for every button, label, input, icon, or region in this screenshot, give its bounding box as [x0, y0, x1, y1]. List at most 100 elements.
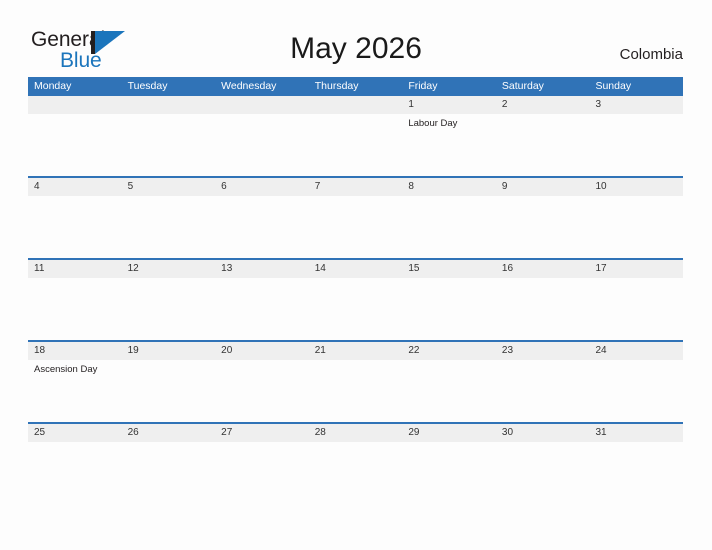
day-cell[interactable]: [309, 360, 403, 422]
day-cell[interactable]: [122, 196, 216, 258]
day-number[interactable]: 31: [589, 424, 683, 442]
day-cell[interactable]: [309, 278, 403, 340]
day-cell[interactable]: [122, 442, 216, 504]
day-cell[interactable]: [402, 196, 496, 258]
day-cell[interactable]: [402, 442, 496, 504]
day-number[interactable]: 26: [122, 424, 216, 442]
calendar-date-band: 123: [28, 96, 683, 114]
page-title: May 2026: [290, 32, 422, 65]
calendar-week-row: 18 19 20 21 22 23 24 Ascension Day: [28, 340, 683, 422]
day-cell[interactable]: [28, 196, 122, 258]
weekday-header-monday: Monday: [34, 80, 72, 92]
page-header: General Blue May 2026 Colombia: [0, 0, 712, 78]
day-number: [215, 96, 309, 114]
day-number[interactable]: 23: [496, 342, 590, 360]
calendar-date-band: 11 12 13 14 15 16 17: [28, 260, 683, 278]
day-cell: [122, 114, 216, 176]
calendar-table: Monday Tuesday Wednesday Thursday Friday…: [28, 77, 683, 504]
day-cell[interactable]: [496, 278, 590, 340]
day-cell[interactable]: [402, 360, 496, 422]
day-cell[interactable]: [309, 196, 403, 258]
day-number[interactable]: 25: [28, 424, 122, 442]
calendar-event-band: Ascension Day: [28, 360, 683, 422]
day-number[interactable]: 5: [122, 178, 216, 196]
day-cell[interactable]: [589, 114, 683, 176]
calendar-event-band: [28, 442, 683, 504]
calendar-week-row: 4 5 6 7 8 9 10: [28, 176, 683, 258]
calendar-week-row: 11 12 13 14 15 16 17: [28, 258, 683, 340]
day-cell[interactable]: [496, 360, 590, 422]
calendar-date-band: 4 5 6 7 8 9 10: [28, 178, 683, 196]
holiday-event-label: Labour Day: [408, 118, 458, 129]
day-number[interactable]: 21: [309, 342, 403, 360]
day-cell: [28, 114, 122, 176]
day-cell[interactable]: [28, 442, 122, 504]
day-cell[interactable]: [496, 442, 590, 504]
day-number[interactable]: 14: [309, 260, 403, 278]
day-number[interactable]: 17: [589, 260, 683, 278]
day-cell[interactable]: [589, 360, 683, 422]
day-number[interactable]: 30: [496, 424, 590, 442]
calendar-weeks: 1 2 3 Labour Day 4 5 6 7 8 9 10 11 12 13 14 15 16 17 18 19 2…: [28, 96, 683, 504]
day-number[interactable]: 9: [496, 178, 590, 196]
day-number[interactable]: 22: [402, 342, 496, 360]
day-cell[interactable]: [215, 278, 309, 340]
day-cell: [309, 114, 403, 176]
day-number[interactable]: 1: [402, 96, 496, 114]
day-cell[interactable]: Ascension Day: [28, 360, 122, 422]
day-number[interactable]: 4: [28, 178, 122, 196]
day-number[interactable]: 8: [402, 178, 496, 196]
day-cell[interactable]: [215, 442, 309, 504]
weekday-header-thursday: Thursday: [314, 80, 359, 92]
day-number[interactable]: 20: [215, 342, 309, 360]
day-number[interactable]: 3: [589, 96, 683, 114]
weekday-header-wednesday: Wednesday: [221, 80, 277, 92]
calendar-date-band: 25 26 27 28 29 30 31: [28, 424, 683, 442]
day-number[interactable]: 12: [122, 260, 216, 278]
weekday-header-saturday: Saturday: [501, 80, 544, 92]
weekday-header-tuesday: Tuesday: [127, 80, 168, 92]
day-cell[interactable]: [589, 442, 683, 504]
day-number[interactable]: 19: [122, 342, 216, 360]
calendar-event-band: [28, 196, 683, 258]
day-cell[interactable]: [122, 360, 216, 422]
day-cell[interactable]: [402, 278, 496, 340]
day-number: [309, 96, 403, 114]
day-number: [122, 96, 216, 114]
day-number: [28, 96, 122, 114]
day-cell[interactable]: Labour Day: [402, 114, 496, 176]
day-number[interactable]: 10: [589, 178, 683, 196]
day-cell: [215, 114, 309, 176]
holiday-event-label: Ascension Day: [34, 364, 98, 375]
day-number[interactable]: 2: [496, 96, 590, 114]
weekday-header-sunday: Sunday: [595, 80, 632, 92]
day-number[interactable]: 28: [309, 424, 403, 442]
day-cell[interactable]: [215, 360, 309, 422]
country-label: Colombia: [619, 46, 683, 63]
day-cell[interactable]: [496, 114, 590, 176]
day-cell[interactable]: [122, 278, 216, 340]
day-cell[interactable]: [309, 442, 403, 504]
calendar-event-band: [28, 278, 683, 340]
day-number[interactable]: 15: [402, 260, 496, 278]
day-number[interactable]: 18: [28, 342, 122, 360]
calendar-weekday-header: Monday Tuesday Wednesday Thursday Friday…: [28, 77, 683, 96]
day-number[interactable]: 7: [309, 178, 403, 196]
weekday-header-friday: Friday: [408, 80, 438, 92]
day-number[interactable]: 16: [496, 260, 590, 278]
day-cell[interactable]: [215, 196, 309, 258]
day-number[interactable]: 13: [215, 260, 309, 278]
day-number[interactable]: 6: [215, 178, 309, 196]
day-cell[interactable]: [589, 196, 683, 258]
calendar-event-band: Labour Day: [28, 114, 683, 176]
day-number[interactable]: 11: [28, 260, 122, 278]
day-number[interactable]: 27: [215, 424, 309, 442]
calendar-date-band: 18 19 20 21 22 23 24: [28, 342, 683, 360]
day-cell[interactable]: [589, 278, 683, 340]
calendar-week-row: 25 26 27 28 29 30 31: [28, 422, 683, 504]
day-cell[interactable]: [496, 196, 590, 258]
day-number[interactable]: 24: [589, 342, 683, 360]
day-number[interactable]: 29: [402, 424, 496, 442]
day-cell[interactable]: [28, 278, 122, 340]
calendar-week-row: 1 2 3 Labour Day: [28, 96, 683, 176]
